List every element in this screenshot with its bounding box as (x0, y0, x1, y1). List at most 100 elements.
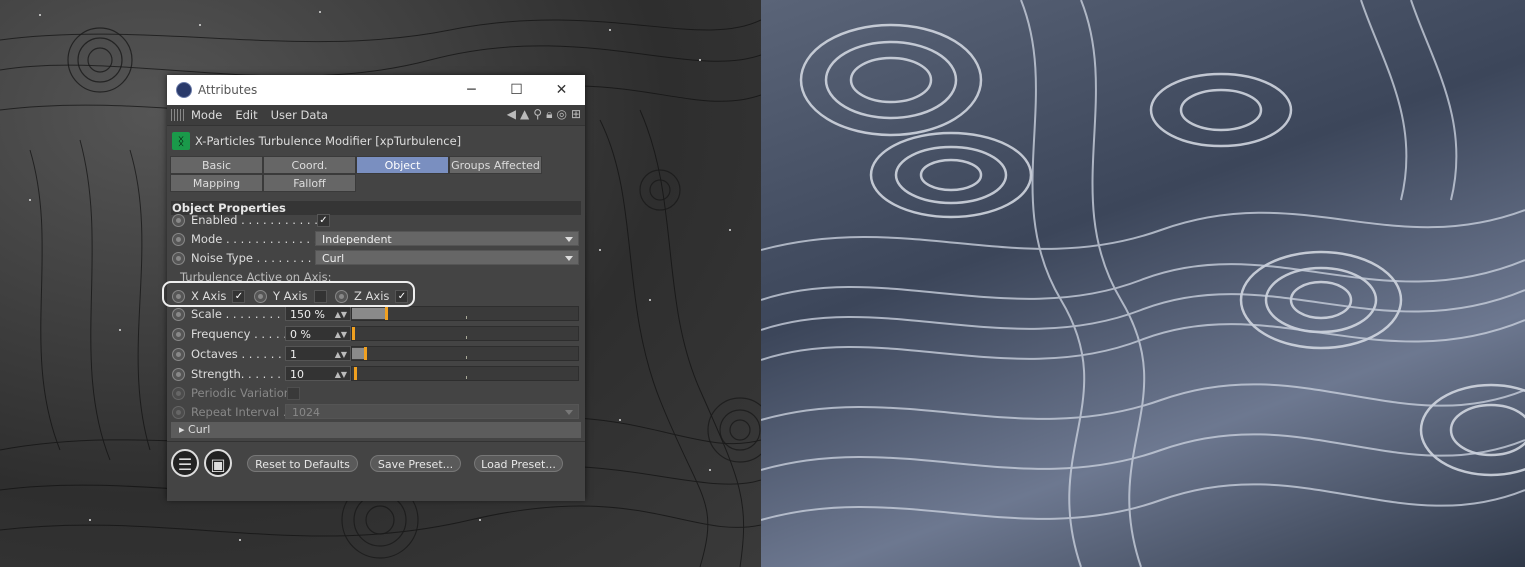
back-arrow-icon[interactable]: ◀ (507, 107, 516, 122)
close-button[interactable]: ✕ (539, 75, 584, 105)
menu-bar: Mode Edit User Data ◀ ▲ ⚲ 🔒︎ ◎ ⊞ (167, 105, 585, 126)
preset-library-icon[interactable]: ☰ (171, 449, 199, 477)
spinner-icon[interactable]: ▲▼ (335, 327, 347, 342)
noise-type-label: Noise Type . . . . . . . . . . . (191, 251, 317, 265)
scale-input[interactable]: 150 % ▲▼ (285, 306, 351, 321)
scale-slider[interactable] (351, 306, 579, 321)
menu-mode[interactable]: Mode (191, 108, 222, 122)
forward-arrow-icon[interactable]: ▲ (520, 107, 529, 122)
animate-radio-icon (172, 386, 185, 400)
slider-tick (466, 356, 467, 359)
prop-periodic-variation: Periodic Variation (167, 384, 300, 402)
periodic-variation-label: Periodic Variation (191, 386, 287, 400)
scale-slider-fill (352, 308, 385, 319)
slider-tick (466, 336, 467, 339)
expand-triangle-icon: ▸ (179, 423, 189, 436)
octaves-label: Octaves . . . . . . . . (191, 347, 291, 361)
load-preset-button[interactable]: Load Preset... (474, 455, 563, 472)
tab-groups-affected[interactable]: Groups Affected (449, 156, 542, 174)
prop-mode: Mode . . . . . . . . . . . . . . . (167, 230, 317, 248)
maximize-button[interactable]: ☐ (494, 75, 539, 105)
strength-slider[interactable] (351, 366, 579, 381)
minimize-button[interactable]: ─ (449, 75, 494, 105)
lock-icon[interactable]: 🔒︎ (546, 107, 552, 122)
tab-mapping[interactable]: Mapping (170, 174, 263, 192)
animate-radio-icon[interactable] (172, 347, 185, 361)
object-name: X-Particles Turbulence Modifier [xpTurbu… (195, 134, 462, 148)
prop-noise-type: Noise Type . . . . . . . . . . . (167, 249, 317, 267)
animate-radio-icon[interactable] (172, 251, 185, 265)
prop-strength: Strength. . . . . . . . (167, 365, 291, 383)
axis-highlight-outline (162, 281, 415, 307)
tab-object[interactable]: Object (356, 156, 449, 174)
periodic-variation-checkbox (287, 386, 300, 400)
spinner-icon[interactable]: ▲▼ (335, 307, 347, 322)
chevron-down-icon (565, 410, 573, 415)
octaves-value: 1 (290, 348, 297, 361)
window-title: Attributes (198, 83, 258, 97)
tab-basic[interactable]: Basic (170, 156, 263, 174)
animate-radio-icon[interactable] (172, 232, 185, 246)
spinner-icon[interactable]: ▲▼ (335, 367, 347, 382)
octaves-slider-knob[interactable] (364, 347, 367, 360)
turbulence-modifier-icon: ᛝ (172, 132, 190, 150)
prop-enabled: Enabled . . . . . . . . . . . . . . ✓ (167, 211, 330, 229)
mode-label: Mode . . . . . . . . . . . . . . . (191, 232, 317, 246)
curl-group-label: Curl (188, 423, 211, 436)
animate-radio-icon[interactable] (172, 213, 185, 227)
slider-tick (466, 376, 467, 379)
frequency-input[interactable]: 0 % ▲▼ (285, 326, 351, 341)
menu-edit[interactable]: Edit (235, 108, 257, 122)
repeat-interval-value: 1024 (292, 406, 320, 419)
curl-group-header[interactable]: ▸ Curl (171, 422, 581, 438)
animate-radio-icon[interactable] (172, 367, 185, 381)
save-preset-button[interactable]: Save Preset... (370, 455, 461, 472)
scale-value: 150 % (290, 308, 325, 321)
prop-scale: Scale . . . . . . . . . . . (167, 305, 291, 323)
enabled-checkbox[interactable]: ✓ (317, 213, 330, 227)
slider-tick (466, 316, 467, 319)
search-icon[interactable]: ⚲ (533, 107, 542, 122)
octaves-slider[interactable] (351, 346, 579, 361)
toolbar-icons: ◀ ▲ ⚲ 🔒︎ ◎ ⊞ (507, 107, 581, 122)
strength-input[interactable]: 10 ▲▼ (285, 366, 351, 381)
camera-icon[interactable]: ▣ (204, 449, 232, 477)
ribbon-render-graphic (761, 0, 1525, 567)
repeat-interval-label: Repeat Interval . . (191, 405, 291, 419)
viewport-render (761, 0, 1525, 567)
noise-type-value: Curl (322, 252, 345, 265)
scale-slider-knob[interactable] (385, 307, 388, 320)
spinner-icon[interactable]: ▲▼ (335, 347, 347, 362)
animate-radio-icon (172, 405, 185, 419)
cinema4d-logo-icon (176, 82, 192, 98)
strength-value: 10 (290, 368, 304, 381)
animate-radio-icon[interactable] (172, 327, 185, 341)
tab-falloff[interactable]: Falloff (263, 174, 356, 192)
enabled-label: Enabled . . . . . . . . . . . . . . (191, 213, 317, 227)
new-panel-icon[interactable]: ⊞ (571, 107, 581, 122)
strength-label: Strength. . . . . . . . (191, 367, 291, 381)
prop-frequency: Frequency . . . . . . (167, 325, 291, 343)
animate-radio-icon[interactable] (172, 307, 185, 321)
chevron-down-icon (565, 256, 573, 261)
title-bar[interactable]: Attributes ─ ☐ ✕ (167, 75, 585, 105)
strength-slider-knob[interactable] (354, 367, 357, 380)
grip-icon[interactable] (171, 109, 185, 121)
prop-repeat-interval: Repeat Interval . . (167, 403, 291, 421)
target-icon[interactable]: ◎ (556, 107, 566, 122)
octaves-slider-fill (352, 348, 364, 359)
frequency-slider[interactable] (351, 326, 579, 341)
preset-bar: ☰ ▣ Reset to Defaults Save Preset... Loa… (167, 441, 585, 501)
noise-type-dropdown[interactable]: Curl (315, 250, 579, 265)
object-header: ᛝ X-Particles Turbulence Modifier [xpTur… (167, 130, 585, 152)
menu-user-data[interactable]: User Data (271, 108, 328, 122)
frequency-value: 0 % (290, 328, 311, 341)
scale-label: Scale . . . . . . . . . . . (191, 307, 291, 321)
reset-to-defaults-button[interactable]: Reset to Defaults (247, 455, 358, 472)
repeat-interval-field: 1024 (285, 404, 579, 419)
octaves-input[interactable]: 1 ▲▼ (285, 346, 351, 361)
frequency-slider-knob[interactable] (352, 327, 355, 340)
mode-dropdown[interactable]: Independent (315, 231, 579, 246)
tab-strip: Basic Coord. Object Groups Affected Mapp… (170, 156, 585, 192)
tab-coord[interactable]: Coord. (263, 156, 356, 174)
